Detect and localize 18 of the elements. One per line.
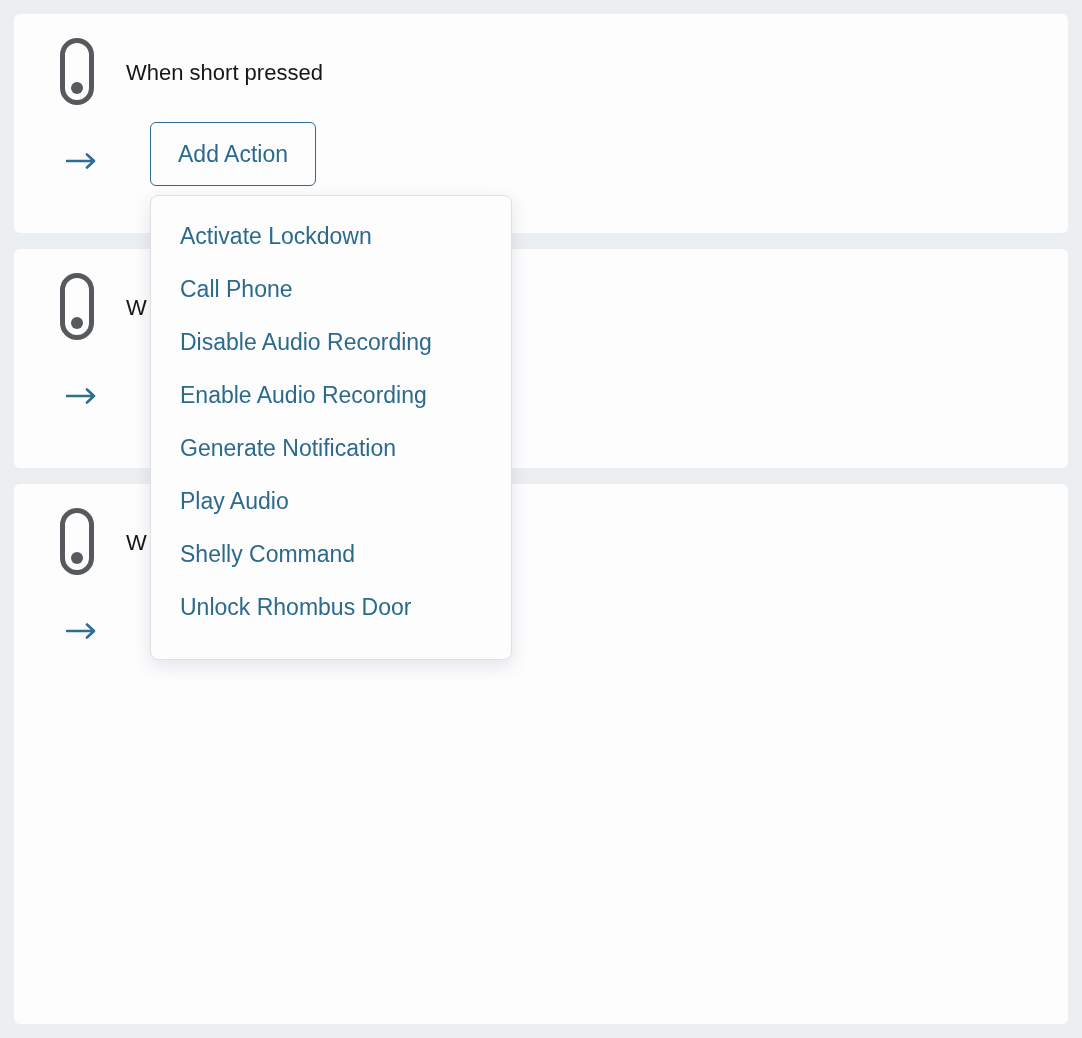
- menu-item[interactable]: Play Audio: [151, 475, 511, 528]
- trigger-label: W: [126, 528, 147, 557]
- menu-item[interactable]: Generate Notification: [151, 422, 511, 475]
- toggle-icon: [60, 508, 94, 575]
- add-action-button[interactable]: Add Action: [150, 122, 316, 186]
- arrow-icon: [66, 153, 96, 169]
- menu-item[interactable]: Enable Audio Recording: [151, 369, 511, 422]
- arrow-icon: [66, 623, 96, 639]
- menu-item[interactable]: Shelly Command: [151, 528, 511, 581]
- menu-item[interactable]: Activate Lockdown: [151, 210, 511, 263]
- menu-item[interactable]: Unlock Rhombus Door: [151, 581, 511, 634]
- arrow-icon: [66, 388, 96, 404]
- toggle-icon: [60, 38, 94, 105]
- trigger-label: When short pressed: [126, 58, 323, 87]
- menu-item[interactable]: Call Phone: [151, 263, 511, 316]
- toggle-icon: [60, 273, 94, 340]
- trigger-label: W: [126, 293, 147, 322]
- menu-item[interactable]: Disable Audio Recording: [151, 316, 511, 369]
